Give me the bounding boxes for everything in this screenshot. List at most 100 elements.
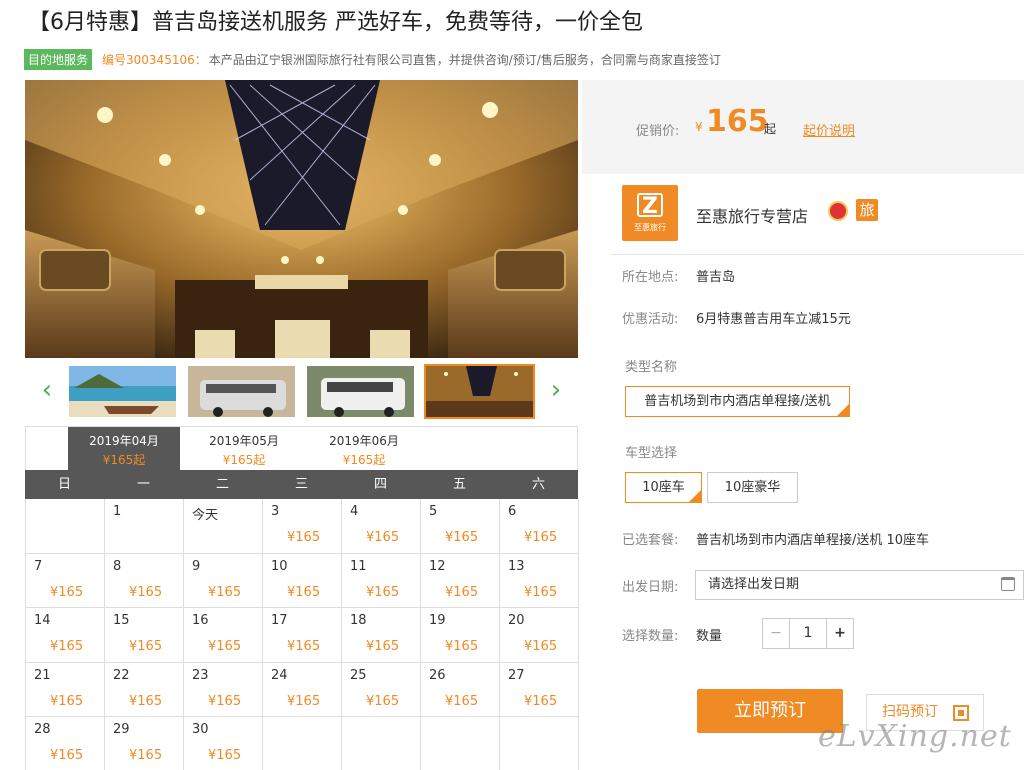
calendar-day-price: ¥165 xyxy=(524,639,558,654)
calendar-day-number: 14 xyxy=(34,613,51,628)
promo-value: 6月特惠普吉用车立减15元 xyxy=(696,312,851,327)
calendar-day-cell[interactable]: 9 ¥165 xyxy=(184,553,263,608)
calendar-day-number: 13 xyxy=(508,558,525,574)
calendar-day-cell[interactable]: 3 ¥165 xyxy=(263,499,342,554)
calendar-day-cell[interactable]: 16 ¥165 xyxy=(184,608,263,663)
chevron-left-icon[interactable]: ‹ xyxy=(37,377,57,403)
calendar-day-cell[interactable]: 30 ¥165 xyxy=(184,717,263,770)
thumbnail-interior[interactable] xyxy=(424,364,535,419)
calendar-day-price: ¥165 xyxy=(129,584,163,600)
calendar-day-cell xyxy=(500,717,579,770)
calendar-day-number: 19 xyxy=(429,613,446,628)
calendar-day-number: 25 xyxy=(350,667,367,683)
weekday-label: 一 xyxy=(136,477,150,492)
calendar-day-cell[interactable]: 20 ¥165 xyxy=(500,608,579,663)
calendar-day-cell[interactable]: 28 ¥165 xyxy=(26,717,105,770)
calendar-day-number: 3 xyxy=(271,504,280,519)
certified-badge-icon xyxy=(828,201,848,221)
calendar-day-cell[interactable]: 21 ¥165 xyxy=(26,662,105,717)
calendar-day-cell[interactable]: 29 ¥165 xyxy=(105,717,184,770)
type-label: 类型名称 xyxy=(625,360,678,375)
calendar-day-cell[interactable]: 25 ¥165 xyxy=(342,662,421,717)
calendar-day-number: 4 xyxy=(350,504,359,519)
calendar-day-price: ¥165 xyxy=(366,693,400,709)
month-tab-jun[interactable]: 2019年06月 ¥165起 xyxy=(308,427,420,471)
departure-date-input[interactable]: 请选择出发日期 xyxy=(695,570,1024,600)
calendar-day-cell[interactable]: 今天 xyxy=(184,499,263,554)
calendar-day-cell[interactable]: 10 ¥165 xyxy=(263,553,342,608)
location-label: 所在地点: xyxy=(622,270,679,285)
calendar-day-cell[interactable]: 23 ¥165 xyxy=(184,662,263,717)
shop-logo[interactable]: Z 至惠旅行 xyxy=(622,185,678,241)
calendar-day-price: ¥165 xyxy=(287,639,321,654)
thumbnail-beach[interactable] xyxy=(67,364,178,419)
chevron-right-icon[interactable]: › xyxy=(546,377,566,403)
calendar-day-price: ¥165 xyxy=(287,530,321,545)
product-desc: 本产品由辽宁银洲国际旅行社有限公司直售，并提供咨询/预订/售后服务，合同需与商家… xyxy=(208,53,721,67)
calendar-day-cell[interactable]: 18 ¥165 xyxy=(342,608,421,663)
minus-button[interactable]: − xyxy=(763,619,790,648)
calendar-day-cell[interactable]: 22 ¥165 xyxy=(105,662,184,717)
thumbnail-van-white[interactable] xyxy=(305,364,416,419)
calendar-day-number: 24 xyxy=(271,667,288,683)
calendar-day-number: 10 xyxy=(271,558,288,574)
calendar-day-number: 1 xyxy=(113,504,122,519)
calendar-day-cell[interactable]: 6 ¥165 xyxy=(500,499,579,554)
calendar-day-cell[interactable]: 26 ¥165 xyxy=(421,662,500,717)
calendar-day-cell xyxy=(342,717,421,770)
calendar-day-cell[interactable]: 11 ¥165 xyxy=(342,553,421,608)
calendar-day-cell[interactable]: 4 ¥165 xyxy=(342,499,421,554)
calendar-day-number: 16 xyxy=(192,613,209,628)
calendar-day-cell[interactable]: 24 ¥165 xyxy=(263,662,342,717)
calendar-day-price: ¥165 xyxy=(524,693,558,709)
weekday-label: 四 xyxy=(373,477,387,492)
month-tab-apr[interactable]: 2019年04月 ¥165起 xyxy=(68,427,180,471)
shop-name[interactable]: 至惠旅行专营店 xyxy=(696,203,808,227)
calendar-day-cell[interactable]: 17 ¥165 xyxy=(263,608,342,663)
price-explain-link[interactable]: 起价说明 xyxy=(803,120,855,139)
calendar-day-price: ¥165 xyxy=(287,693,321,709)
calendar-day-cell[interactable]: 8 ¥165 xyxy=(105,553,184,608)
calendar-day-price: ¥165 xyxy=(445,639,479,654)
car-option-10-seat[interactable]: 10座车 xyxy=(625,472,702,508)
calendar-day-cell[interactable]: 12 ¥165 xyxy=(421,553,500,608)
calendar-day-price: ¥165 xyxy=(366,530,400,545)
calendar-day-price: ¥165 xyxy=(129,748,163,763)
calendar-day-number: 5 xyxy=(429,504,438,519)
calendar-day-number: 29 xyxy=(113,722,130,737)
calendar-day-cell[interactable]: 19 ¥165 xyxy=(421,608,500,663)
calendar-day-cell[interactable]: 27 ¥165 xyxy=(500,662,579,717)
product-meta: 目的地服务 编号300345106： 本产品由辽宁银洲国际旅行社有限公司直售，并… xyxy=(24,49,721,70)
quantity-stepper: − 1 + xyxy=(762,618,854,649)
calendar-day-cell[interactable]: 1 xyxy=(105,499,184,554)
calendar-day-cell[interactable]: 14 ¥165 xyxy=(26,608,105,663)
thumbnail-van-silver[interactable] xyxy=(186,364,297,419)
price-amount: 165 xyxy=(706,104,769,139)
calendar-day-price: ¥165 xyxy=(129,693,163,709)
scan-book-label: 扫码预订 xyxy=(882,704,938,720)
calendar-day-price: ¥165 xyxy=(129,639,163,654)
calendar-day-price: ¥165 xyxy=(445,584,479,600)
date-label: 出发日期: xyxy=(622,580,679,595)
calendar-day-price: ¥165 xyxy=(366,584,400,600)
calendar-day-cell xyxy=(26,499,105,554)
quantity-value[interactable]: 1 xyxy=(790,619,826,648)
selected-package-value: 普吉机场到市内酒店单程接/送机 10座车 xyxy=(696,533,930,548)
promo-label: 优惠活动: xyxy=(622,312,679,327)
category-tag[interactable]: 目的地服务 xyxy=(24,49,93,70)
calendar-day-cell[interactable]: 15 ¥165 xyxy=(105,608,184,663)
calendar-day-cell[interactable]: 13 ¥165 xyxy=(500,553,579,608)
thumbnail-strip: ‹ › xyxy=(25,360,578,424)
month-tab-may[interactable]: 2019年05月 ¥165起 xyxy=(188,427,300,471)
plus-button[interactable]: + xyxy=(826,619,853,648)
calendar-day-cell[interactable]: 5 ¥165 xyxy=(421,499,500,554)
price-calendar: 日 一 二 三 四 五 六 1 今天 3 ¥165 4 ¥165 5 ¥165 6 ¥165 7 ¥1… xyxy=(25,470,579,770)
calendar-icon[interactable] xyxy=(1001,577,1015,591)
shop-logo-text: 至惠旅行 xyxy=(634,223,666,232)
car-option-10-seat-luxury[interactable]: 10座豪华 xyxy=(707,472,798,503)
calendar-day-price: ¥165 xyxy=(50,584,84,600)
product-code: 编号300345106： xyxy=(102,53,207,67)
main-photo[interactable] xyxy=(25,80,578,358)
type-option-airport-transfer[interactable]: 普吉机场到市内酒店单程接/送机 xyxy=(625,386,850,422)
calendar-day-cell[interactable]: 7 ¥165 xyxy=(26,553,105,608)
